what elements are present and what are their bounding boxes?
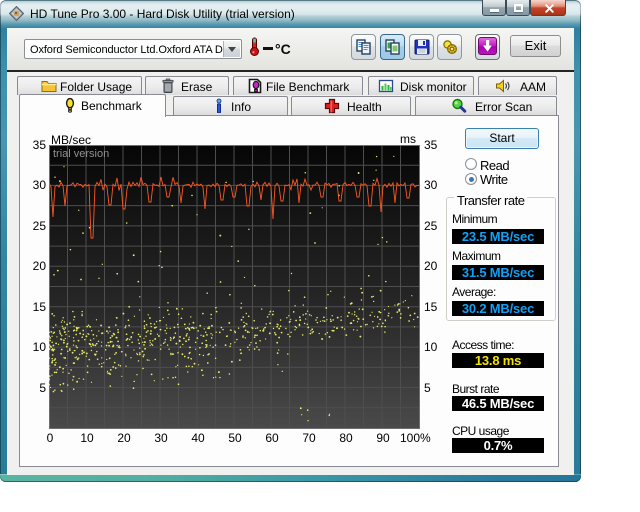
svg-text:trial version: trial version: [53, 148, 109, 160]
